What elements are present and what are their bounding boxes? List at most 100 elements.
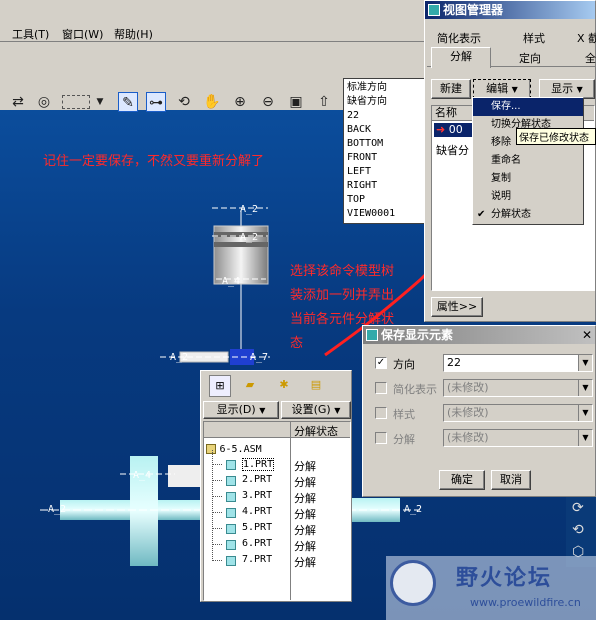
- pan-hand-icon[interactable]: ✋: [202, 92, 222, 112]
- zoom-out-icon[interactable]: ⊖: [258, 92, 278, 112]
- tree-row[interactable]: 3.PRT 分解: [204, 482, 350, 505]
- edit-button[interactable]: 编辑 ▼: [473, 79, 531, 99]
- chevron-down-icon: ▼: [578, 430, 592, 446]
- save-row-checkbox[interactable]: ✓: [375, 357, 387, 369]
- watermark-name: 野火论坛: [456, 566, 553, 591]
- display-button[interactable]: 显示 ▼: [539, 79, 595, 99]
- close-icon[interactable]: ✕: [582, 326, 592, 344]
- dialog-icon: [428, 4, 440, 16]
- tree-row[interactable]: 7.PRT 分解: [204, 546, 350, 569]
- saved-view-item[interactable]: 标准方向: [347, 81, 423, 95]
- part-name: 7.PRT: [242, 554, 273, 565]
- tree-settings-button[interactable]: 设置(G) ▼: [281, 401, 351, 419]
- tree-view[interactable]: 分解状态 6-5.ASM 1.PRT 分解 2.PRT 分解 3.PRT 分解 4.PRT 分…: [203, 421, 351, 601]
- edit-menu-item[interactable]: 说明: [473, 188, 583, 206]
- list-row[interactable]: 缺省分: [436, 142, 469, 158]
- edit-menu-label: 移除: [491, 137, 511, 148]
- tab-orient[interactable]: 定向: [519, 50, 541, 66]
- tab-style[interactable]: 样式: [523, 30, 545, 46]
- save-row-value: 22: [447, 356, 461, 369]
- model-tree-icon[interactable]: ⊞: [209, 375, 231, 397]
- axis-label: A_2: [240, 204, 259, 215]
- list-row-selected[interactable]: ➜ 00: [434, 123, 474, 137]
- chevron-down-icon: ▼: [259, 406, 266, 415]
- save-row-checkbox[interactable]: [375, 382, 387, 394]
- tree-row[interactable]: 2.PRT 分解: [204, 466, 350, 489]
- select-box-icon[interactable]: [62, 95, 90, 109]
- part-state: 分解: [294, 492, 316, 505]
- saved-view-item[interactable]: 缺省方向: [347, 95, 423, 109]
- watermark-url: www.proewildfire.cn: [470, 596, 581, 609]
- axis-label: A_2: [170, 352, 189, 363]
- axis-label: A_7: [250, 352, 269, 363]
- edit-menu-item[interactable]: 重命名: [473, 152, 583, 170]
- part-icon: [226, 476, 236, 486]
- tree-settings-label: 设置(G): [291, 403, 331, 416]
- save-row-select[interactable]: 22 ▼: [443, 354, 593, 372]
- part-name: 6.PRT: [242, 538, 273, 549]
- watermark-logo-icon: [390, 560, 436, 606]
- tooltip: 保存已修改状态: [516, 128, 596, 145]
- tab-explode[interactable]: 分解: [431, 47, 491, 68]
- tree-display-label: 显示(D): [216, 403, 256, 416]
- edit-menu-item[interactable]: ✔ 分解状态: [473, 206, 583, 224]
- save-row-checkbox[interactable]: [375, 432, 387, 444]
- refit-icon[interactable]: ▣: [286, 92, 306, 112]
- save-row-select[interactable]: (未修改) ▼: [443, 429, 593, 447]
- dropdown-arrow-icon[interactable]: ▼: [90, 92, 110, 112]
- tree-col-state: 分解状态: [294, 425, 338, 438]
- tab-row-1: 简化表示 样式 X 截: [427, 27, 596, 47]
- reorient-icon[interactable]: ⇧: [314, 92, 334, 112]
- favorites-icon[interactable]: ✱: [273, 375, 295, 397]
- rotate-icon[interactable]: ⟳: [566, 497, 596, 519]
- tab-simplified-rep[interactable]: 简化表示: [437, 30, 481, 46]
- menu-tools[interactable]: 工具(T): [12, 26, 49, 42]
- datum-icon[interactable]: ⊶: [146, 92, 166, 112]
- tree-connector: [212, 482, 222, 497]
- save-row-select[interactable]: (未修改) ▼: [443, 379, 593, 397]
- ok-button[interactable]: 确定: [439, 470, 485, 490]
- tab-row-2: 分解 定向 全: [427, 47, 596, 68]
- active-arrow-icon: ➜: [436, 123, 446, 136]
- tree-row[interactable]: 1.PRT 分解: [204, 450, 350, 473]
- zoom-in-icon[interactable]: ⊕: [230, 92, 250, 112]
- spin-icon[interactable]: ⟲: [174, 92, 194, 112]
- new-button[interactable]: 新建: [431, 79, 471, 99]
- folder-icon[interactable]: ▰: [239, 375, 261, 397]
- part-name: 3.PRT: [242, 490, 273, 501]
- save-row-checkbox[interactable]: [375, 407, 387, 419]
- properties-button[interactable]: 属性>>: [431, 297, 483, 317]
- part-state: 分解: [294, 540, 316, 553]
- sketch-icon[interactable]: ✎: [118, 92, 138, 112]
- edit-menu-item[interactable]: 复制: [473, 170, 583, 188]
- menu-help[interactable]: 帮助(H): [114, 26, 153, 42]
- part-state: 分解: [294, 476, 316, 489]
- axis-label: A_2: [48, 504, 67, 515]
- rotate-icon-2[interactable]: ⟲: [566, 519, 596, 541]
- tab-all[interactable]: 全: [585, 50, 596, 66]
- edit-menu-label: 重命名: [491, 155, 521, 166]
- chevron-down-icon: ▼: [334, 406, 341, 415]
- tree-connector: [212, 498, 222, 513]
- tree-row[interactable]: 4.PRT 分解: [204, 498, 350, 521]
- menu-window[interactable]: 窗口(W): [62, 26, 103, 42]
- tree-row[interactable]: 5.PRT 分解: [204, 514, 350, 537]
- tree-connector: [212, 450, 222, 465]
- display-button-label: 显示: [551, 82, 574, 95]
- edit-menu-label: 说明: [491, 191, 511, 202]
- tab-xsection[interactable]: X 截: [577, 30, 596, 46]
- part-state: 分解: [294, 460, 316, 473]
- save-row-select[interactable]: (未修改) ▼: [443, 404, 593, 422]
- view-manager-title: 视图管理器: [443, 3, 504, 17]
- save-row-value: (未修改): [447, 431, 489, 444]
- binoculars-icon[interactable]: ◎: [34, 92, 54, 112]
- part-name: 1.PRT: [242, 458, 275, 471]
- edit-menu-item[interactable]: 保存...: [473, 98, 583, 116]
- part-icon: [226, 460, 236, 470]
- tree-display-button[interactable]: 显示(D) ▼: [203, 401, 279, 419]
- model-tree-panel: ⊞ ▰ ✱ ▤ 显示(D) ▼ 设置(G) ▼ 分解状态 6-5.ASM 1.P…: [200, 370, 352, 602]
- regen-icon[interactable]: ⇄: [8, 92, 28, 112]
- layers-icon[interactable]: ▤: [305, 375, 327, 397]
- tree-row[interactable]: 6.PRT 分解: [204, 530, 350, 553]
- cancel-button[interactable]: 取消: [491, 470, 531, 490]
